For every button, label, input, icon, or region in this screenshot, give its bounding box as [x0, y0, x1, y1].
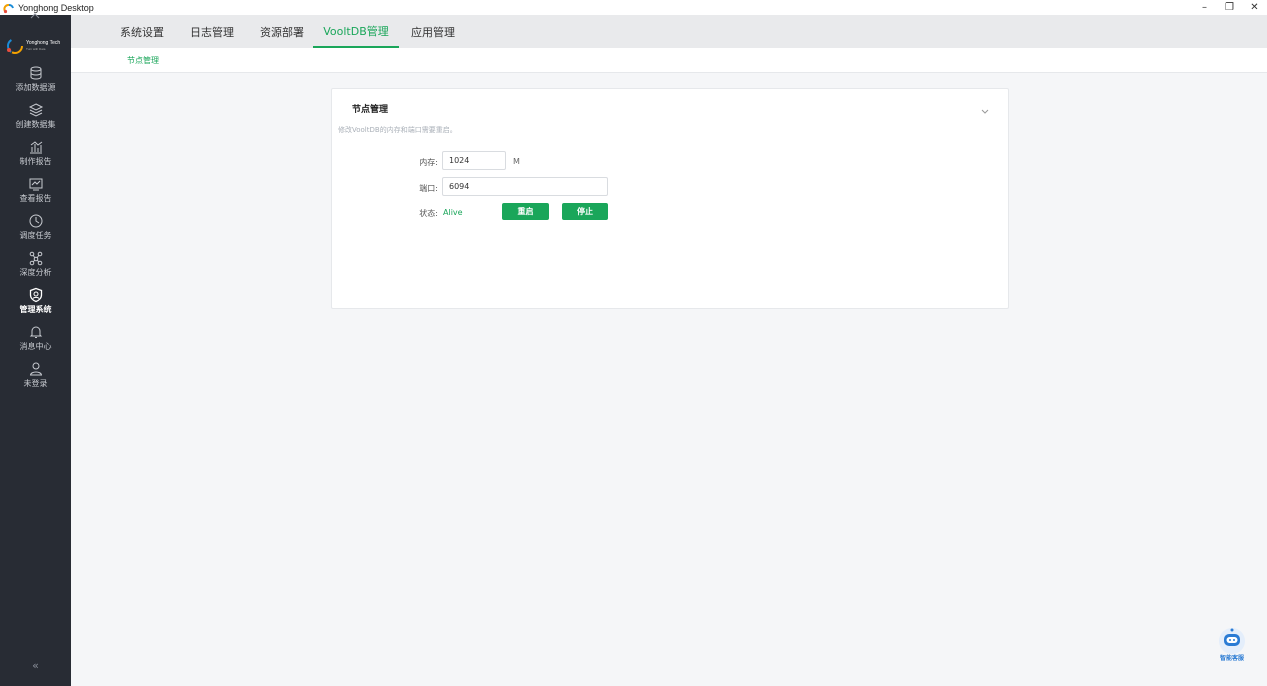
sidebar-item-create-dataset[interactable]: 创建数据集	[0, 100, 71, 136]
memory-input[interactable]: 1024	[442, 151, 506, 170]
card-title: 节点管理	[352, 105, 389, 115]
network-icon	[29, 251, 42, 266]
close-button[interactable]: ✕	[1242, 0, 1267, 15]
sidebar-item-add-datasource[interactable]: 添加数据源	[0, 63, 71, 99]
sidebar-item-label: 制作报告	[19, 157, 52, 166]
monitor-icon	[29, 178, 42, 191]
tab-system-settings[interactable]: 系统设置	[111, 15, 173, 48]
sidebar-item-label: 消息中心	[19, 342, 52, 351]
user-icon	[29, 362, 42, 376]
status-value: Alive	[443, 208, 463, 217]
yonghong-logo-icon	[7, 38, 23, 54]
assistant-bot[interactable]: 智能客服	[1211, 627, 1253, 663]
tab-app-management[interactable]: 应用管理	[404, 15, 462, 48]
sidebar-item-label: 未登录	[23, 379, 48, 388]
sidebar-item-label: 添加数据源	[15, 83, 56, 92]
sidebar-item-schedule-task[interactable]: 调度任务	[0, 211, 71, 247]
clock-icon	[29, 214, 42, 228]
sidebar-item-make-report[interactable]: 制作报告	[0, 137, 71, 173]
app-title: Yonghong Desktop	[18, 2, 94, 13]
restart-button[interactable]: 重启	[502, 203, 549, 220]
chevron-down-icon[interactable]	[980, 101, 990, 114]
sidebar-item-message-center[interactable]: 消息中心	[0, 322, 71, 358]
database-icon	[30, 66, 41, 80]
sidebar-item-deep-analysis[interactable]: 深度分析	[0, 248, 71, 284]
status-label: 状态:	[419, 209, 438, 218]
assistant-label: 智能客服	[1219, 655, 1244, 662]
window-controls: – ❐ ✕	[1192, 0, 1267, 15]
app-logo-icon	[3, 2, 15, 14]
bell-icon	[29, 326, 42, 338]
sidebar-item-label: 调度任务	[19, 231, 52, 240]
port-input[interactable]: 6094	[442, 177, 608, 196]
sidebar-item-label: 管理系统	[19, 305, 52, 314]
memory-unit: M	[513, 157, 520, 166]
logo-subtext: Turn with Data	[26, 47, 46, 51]
minimize-button[interactable]: –	[1192, 0, 1217, 15]
collapse-sidebar-button[interactable]: «	[0, 659, 71, 672]
port-label: 端口:	[419, 184, 438, 193]
sidebar: Yonghong Tech Turn with Data 添加数据源 创建数据集…	[0, 13, 71, 686]
sidebar-item-admin-system[interactable]: 管理系统	[0, 285, 71, 321]
restore-button[interactable]: ❐	[1217, 0, 1242, 15]
sidebar-item-label: 深度分析	[19, 268, 52, 277]
layers-icon	[28, 103, 43, 117]
shield-icon	[29, 287, 42, 303]
top-tab-bar: 系统设置 日志管理 资源部署 VooltDB管理 应用管理	[71, 15, 1267, 48]
title-bar: Yonghong Desktop – ❐ ✕	[0, 0, 1267, 15]
subtab-node-management[interactable]: 节点管理	[127, 48, 159, 73]
sidebar-item-label: 查看报告	[19, 194, 52, 203]
tab-vooltdb-management[interactable]: VooltDB管理	[313, 15, 399, 48]
stop-button[interactable]: 停止	[562, 203, 608, 220]
tab-resource-deployment[interactable]: 资源部署	[251, 15, 313, 48]
robot-icon	[1219, 628, 1245, 654]
sidebar-item-user[interactable]: 未登录	[0, 359, 71, 395]
caret-up-icon	[30, 13, 40, 19]
memory-label: 内存:	[419, 158, 438, 167]
card-description: 修改VooltDB的内存和端口需要重启。	[338, 126, 457, 134]
sidebar-item-view-report[interactable]: 查看报告	[0, 174, 71, 210]
sub-tab-bar: 节点管理	[71, 48, 1267, 73]
chart-icon	[29, 141, 42, 154]
node-management-card: 节点管理 修改VooltDB的内存和端口需要重启。 内存: 1024 M 端口:…	[331, 88, 1009, 309]
tab-log-management[interactable]: 日志管理	[181, 15, 243, 48]
sidebar-item-label: 创建数据集	[15, 120, 56, 129]
brand-logo[interactable]: Yonghong Tech Turn with Data	[6, 35, 66, 57]
